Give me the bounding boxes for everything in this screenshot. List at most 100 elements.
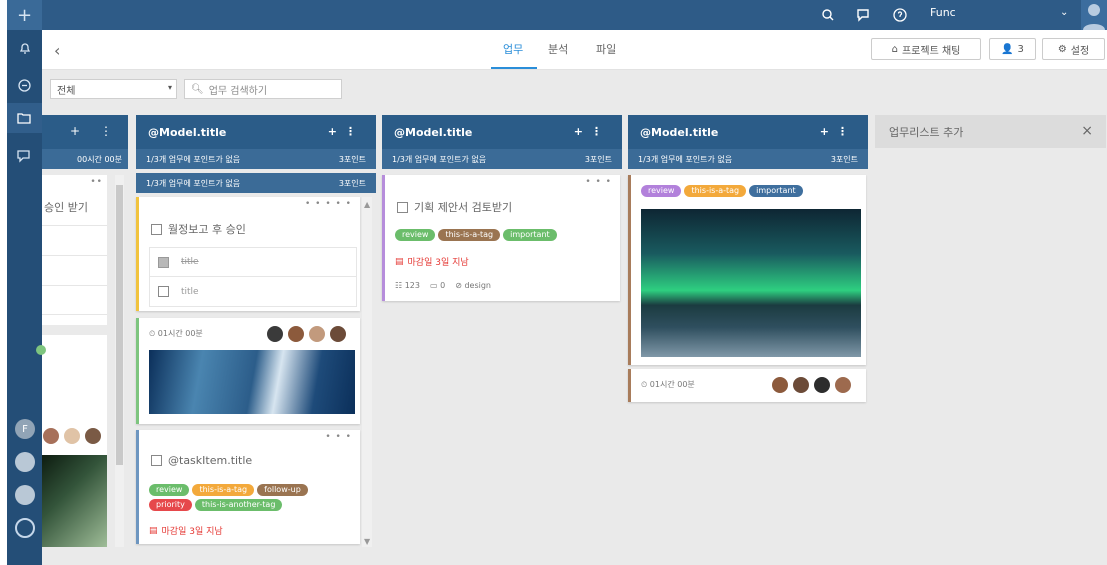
add-list-panel[interactable]: 업무리스트 추가 ×: [875, 115, 1106, 148]
column-header: @Model.title +⋮: [382, 115, 622, 149]
checkbox[interactable]: [151, 455, 162, 466]
folder-icon[interactable]: [7, 103, 42, 133]
menu-icon[interactable]: ⋮: [100, 124, 112, 138]
user-avatar[interactable]: [15, 485, 35, 505]
avatar: [266, 325, 284, 343]
username[interactable]: Func: [930, 6, 956, 19]
task-card[interactable]: •• 승인 받기: [42, 175, 107, 325]
bell-icon[interactable]: [7, 33, 42, 63]
chat-icon[interactable]: [856, 7, 872, 23]
task-card[interactable]: • • • 기획 제안서 검토받기 review this-is-a-tag imp…: [382, 175, 620, 301]
avatar: [771, 376, 789, 394]
scroll-up-icon[interactable]: ▲: [364, 200, 370, 209]
members-button[interactable]: 👤 3: [989, 38, 1036, 60]
column-actions[interactable]: +⋮: [574, 125, 610, 138]
search-icon: 🔍︎: [191, 83, 204, 95]
checkbox[interactable]: [151, 223, 162, 235]
tab-files[interactable]: 파일: [596, 41, 616, 57]
add-list-label: 업무리스트 추가: [889, 125, 964, 139]
support-icon[interactable]: [15, 518, 35, 538]
search-icon[interactable]: [820, 7, 836, 23]
more-icon[interactable]: • • •: [325, 432, 352, 442]
checklist-item[interactable]: title: [149, 277, 357, 307]
task-card[interactable]: • • • @taskItem.title review this-is-a-ta…: [136, 430, 360, 544]
avatar: [84, 427, 102, 445]
user-avatar-f[interactable]: F: [15, 419, 35, 439]
column-title: @Model.title: [148, 125, 227, 139]
back-icon[interactable]: ‹: [54, 41, 60, 60]
avatar[interactable]: [1081, 0, 1107, 30]
settings-button[interactable]: ⚙ 설정: [1042, 38, 1105, 60]
chevron-down-icon[interactable]: ⌄: [1060, 7, 1068, 18]
tag[interactable]: review: [641, 185, 682, 197]
users-icon: 👤: [1001, 43, 1014, 55]
column-header: @Model.title +⋮: [136, 115, 376, 149]
checklist-item[interactable]: title: [149, 247, 357, 277]
active-tab-indicator: [491, 67, 537, 69]
tab-analysis[interactable]: 분석: [548, 41, 568, 57]
card-image: [42, 455, 107, 547]
filter-select[interactable]: 전체 ▾: [50, 79, 177, 99]
scrollbar[interactable]: [362, 197, 372, 547]
deadline: ▤ 마감일 3일 지남: [395, 256, 469, 269]
tag[interactable]: review: [149, 484, 190, 496]
more-icon[interactable]: ••: [90, 177, 103, 187]
task-card[interactable]: review this-is-a-tag important: [628, 175, 866, 365]
tag[interactable]: follow-up: [257, 484, 308, 496]
tag[interactable]: this-is-another-tag: [194, 499, 283, 511]
user-avatar[interactable]: [15, 452, 35, 472]
card-meta: ☷ 123 ▭ 0 ⊘ design: [395, 281, 491, 290]
column-header: @Model.title +⋮: [628, 115, 868, 149]
task-card[interactable]: ⏲ 01시간 00분: [628, 369, 866, 402]
avatar-group: [771, 376, 852, 394]
task-card[interactable]: ⏲ 01시간 00분: [136, 318, 360, 424]
tag[interactable]: review: [395, 229, 436, 241]
task-card[interactable]: [36, 335, 107, 455]
card-image: [641, 209, 861, 357]
avatar: [329, 325, 347, 343]
tab-work[interactable]: 업무: [503, 41, 523, 57]
task-column: @Model.title +⋮ 1/3개 업무에 포인트가 없음 3포인트: [628, 115, 868, 169]
chat-icon: ⌂: [891, 43, 898, 55]
tag[interactable]: this-is-a-tag: [438, 229, 501, 241]
avatar: [792, 376, 810, 394]
column-header: + ⋮: [42, 115, 128, 149]
column-actions[interactable]: +⋮: [820, 125, 856, 138]
tag[interactable]: important: [749, 185, 803, 197]
checkbox[interactable]: [158, 286, 169, 297]
scroll-down-icon[interactable]: ▼: [364, 537, 370, 546]
tag[interactable]: this-is-a-tag: [192, 484, 255, 496]
card-time: ⏲ 01시간 00분: [641, 380, 695, 389]
column-actions[interactable]: +⋮: [328, 125, 364, 138]
column-title: @Model.title: [640, 125, 719, 139]
checkbox[interactable]: [397, 201, 408, 213]
more-icon[interactable]: • • • • •: [305, 199, 352, 209]
more-icon[interactable]: • • •: [585, 177, 612, 187]
compass-icon[interactable]: [7, 70, 42, 100]
tag-list: priority this-is-another-tag: [149, 497, 359, 511]
help-icon[interactable]: [892, 7, 908, 23]
column-subheader: 1/3개 업무에 포인트가 없음 3포인트: [382, 149, 622, 169]
avatar: [287, 325, 305, 343]
column-subheader: 00시간 00분: [42, 149, 128, 169]
comment-count: ▭ 0: [430, 281, 446, 290]
add-icon[interactable]: +: [70, 124, 80, 138]
chat-icon[interactable]: [7, 141, 42, 171]
card-time: ⏲ 01시간 00분: [149, 329, 203, 338]
tag[interactable]: this-is-a-tag: [684, 185, 747, 197]
column-title: @Model.title: [394, 125, 473, 139]
project-chat-button[interactable]: ⌂ 프로젝트 채팅: [871, 38, 981, 60]
scrollbar-thumb[interactable]: [116, 185, 123, 465]
plus-icon[interactable]: +: [7, 0, 42, 30]
column-subheader: 1/3개 업무에 포인트가 없음 3포인트: [136, 149, 376, 169]
tag[interactable]: important: [503, 229, 557, 241]
card-title: 월정보고 후 승인: [168, 223, 246, 236]
search-input[interactable]: 🔍︎ 업무 검색하기: [184, 79, 342, 99]
tag-list: review this-is-a-tag follow-up: [149, 482, 349, 496]
checkbox[interactable]: [158, 256, 169, 268]
tag[interactable]: priority: [149, 499, 192, 511]
close-icon[interactable]: ×: [1081, 123, 1093, 139]
task-card[interactable]: • • • • • 월정보고 후 승인 title title: [136, 197, 360, 311]
avatar: [813, 376, 831, 394]
avatar: [42, 427, 60, 445]
